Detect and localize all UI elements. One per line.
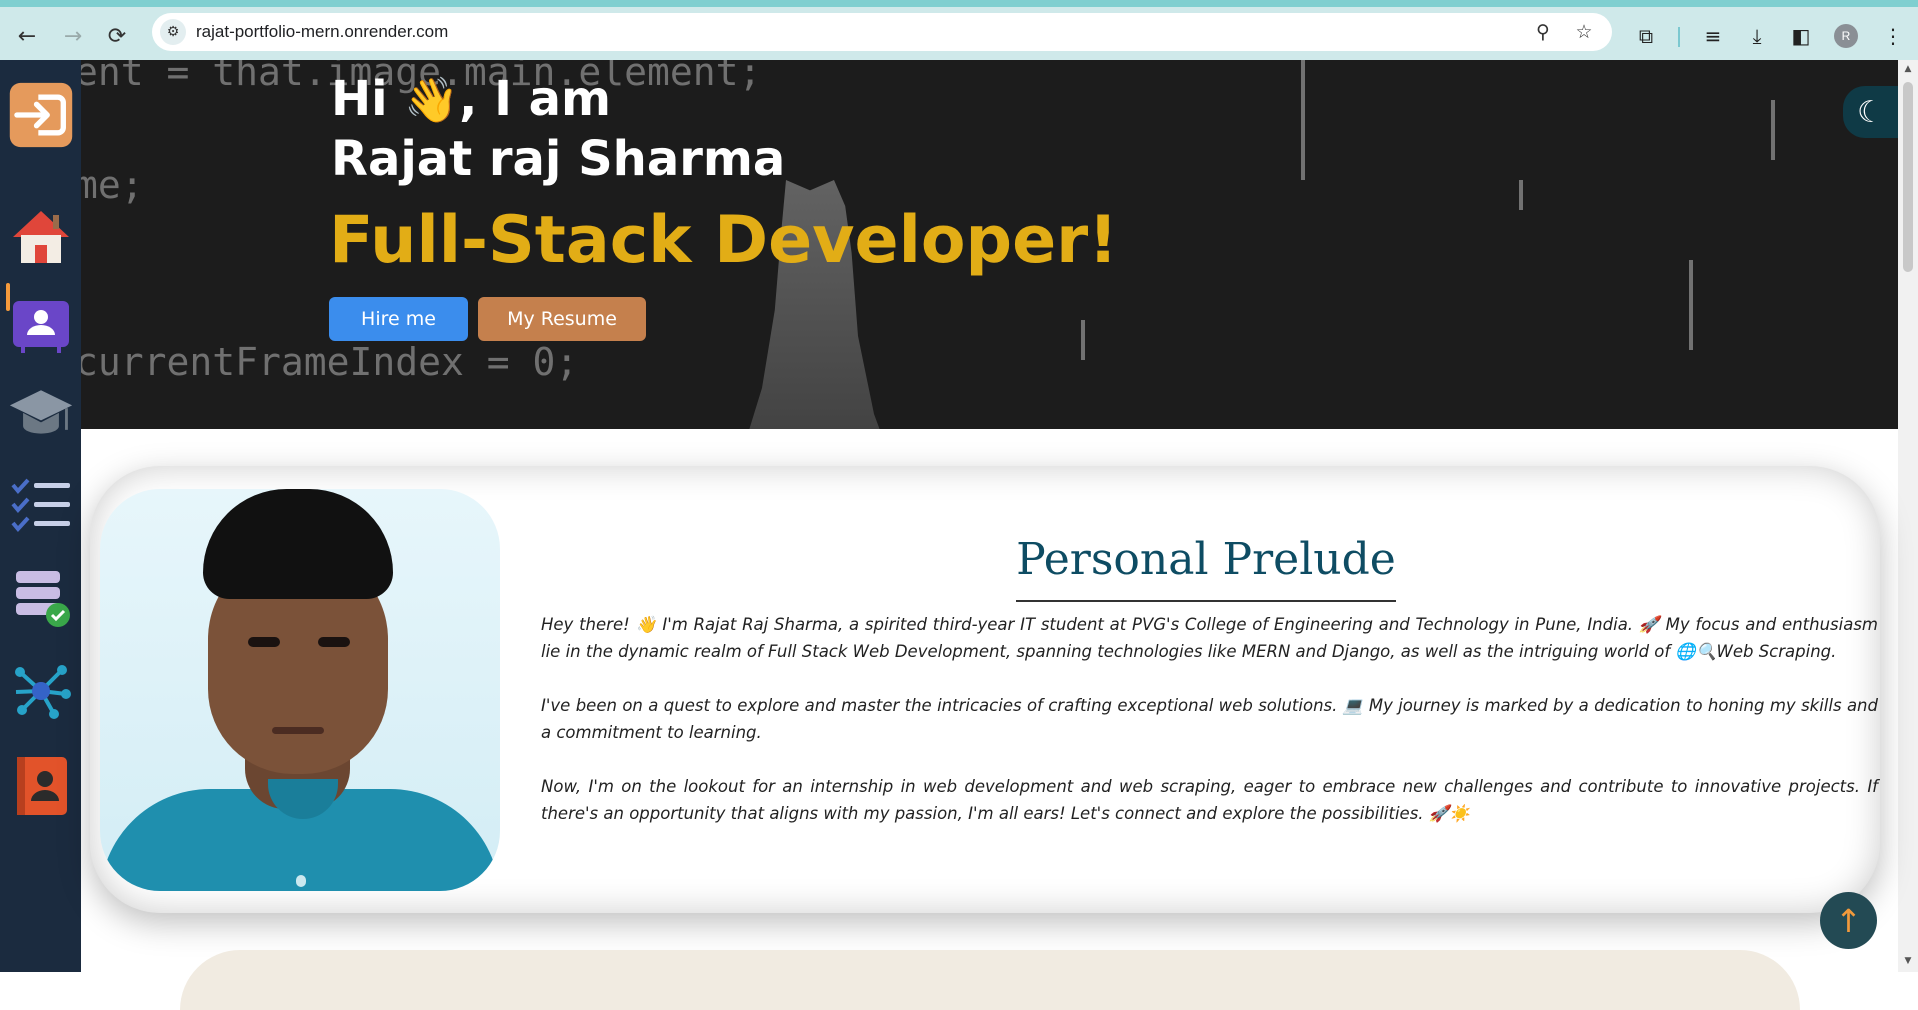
contact-book-icon (17, 757, 67, 815)
background-code-line: currentFrameIndex = 0; (81, 340, 579, 384)
scroll-to-top-button[interactable]: ↑ (1820, 892, 1877, 949)
site-info-icon[interactable]: ⚙ (160, 19, 186, 45)
sidebar-item-network[interactable] (8, 658, 74, 724)
photo-shirt-button (296, 875, 306, 887)
sidebar-item-skills[interactable] (8, 472, 74, 538)
graduation-cap-icon (9, 390, 73, 434)
sidebar-item-projects[interactable] (8, 565, 74, 631)
hire-me-button[interactable]: Hire me (329, 297, 468, 341)
download-icon[interactable]: ⤓ (1742, 21, 1772, 51)
hero-greeting: Hi 👋, I am (331, 71, 611, 127)
background-code-line: me; (81, 163, 144, 207)
menu-kebab-icon[interactable]: ⋮ (1878, 21, 1908, 51)
title-underline (1016, 600, 1396, 602)
profile-card-icon (13, 301, 69, 353)
about-paragraph: I've been on a quest to explore and mast… (541, 696, 1878, 742)
sidebar-item-login[interactable] (8, 82, 74, 148)
about-paragraph: Now, I'm on the lookout for an internshi… (541, 777, 1878, 823)
sidebar-item-education[interactable] (8, 378, 74, 444)
sidebar-item-home[interactable] (8, 204, 74, 270)
toolbar-divider (1678, 27, 1680, 47)
matrix-rain-streak (1689, 260, 1693, 350)
next-section-peek (180, 950, 1800, 1010)
sidebar-nav (0, 60, 81, 972)
arrow-up-icon: ↑ (1835, 901, 1862, 940)
scrollbar-thumb[interactable] (1903, 82, 1913, 272)
greeting-suffix: , I am (459, 71, 612, 127)
address-bar[interactable]: ⚙ rajat-portfolio-mern.onrender.com ⚲ ☆ (152, 13, 1612, 51)
side-panel-icon[interactable]: ◧ (1786, 21, 1816, 51)
waving-hand-icon: 👋 (404, 75, 460, 126)
hero-name: Rajat raj Sharma (331, 131, 786, 187)
scroll-down-arrow-icon[interactable]: ▼ (1900, 956, 1916, 970)
photo-eye (318, 637, 350, 647)
home-icon (13, 211, 69, 263)
network-hub-icon (15, 665, 71, 719)
about-paragraph: Hey there! 👋 I'm Rajat Raj Sharma, a spi… (541, 615, 1878, 661)
media-control-icon[interactable]: ≡ (1698, 21, 1728, 51)
matrix-rain-streak (1771, 100, 1775, 160)
url-text[interactable]: rajat-portfolio-mern.onrender.com (196, 22, 448, 42)
checklist-icon (11, 478, 70, 533)
about-title: Personal Prelude (1016, 534, 1396, 585)
zoom-icon[interactable]: ⚲ (1530, 19, 1556, 45)
login-arrow-icon (9, 82, 73, 148)
reload-icon[interactable]: ⟳ (102, 21, 132, 51)
browser-toolbar: ← → ⟳ ⚙ rajat-portfolio-mern.onrender.co… (0, 0, 1918, 60)
photo-eye (248, 637, 280, 647)
resume-button[interactable]: My Resume (478, 297, 646, 341)
back-icon[interactable]: ← (12, 21, 42, 51)
sidebar-item-about[interactable] (8, 292, 74, 358)
matrix-rain-streak (1301, 60, 1305, 180)
extensions-icon[interactable]: ⧉ (1631, 21, 1661, 51)
database-check-icon (16, 571, 70, 627)
photo-mouth (272, 727, 324, 734)
hero-role: Full-Stack Developer! (329, 203, 1118, 278)
forward-icon[interactable]: → (58, 21, 88, 51)
bookmark-star-icon[interactable]: ☆ (1571, 19, 1597, 45)
greeting-prefix: Hi (331, 71, 388, 127)
moon-icon: ☾ (1857, 94, 1884, 130)
photo-hair (203, 489, 393, 599)
matrix-rain-streak (1081, 320, 1085, 360)
profile-photo (100, 489, 500, 891)
profile-avatar[interactable]: R (1834, 24, 1858, 48)
matrix-rain-streak (1519, 180, 1523, 210)
sidebar-item-contact[interactable] (8, 753, 74, 819)
theme-toggle-button[interactable]: ☾ (1843, 86, 1898, 138)
scroll-up-arrow-icon[interactable]: ▲ (1900, 64, 1916, 78)
